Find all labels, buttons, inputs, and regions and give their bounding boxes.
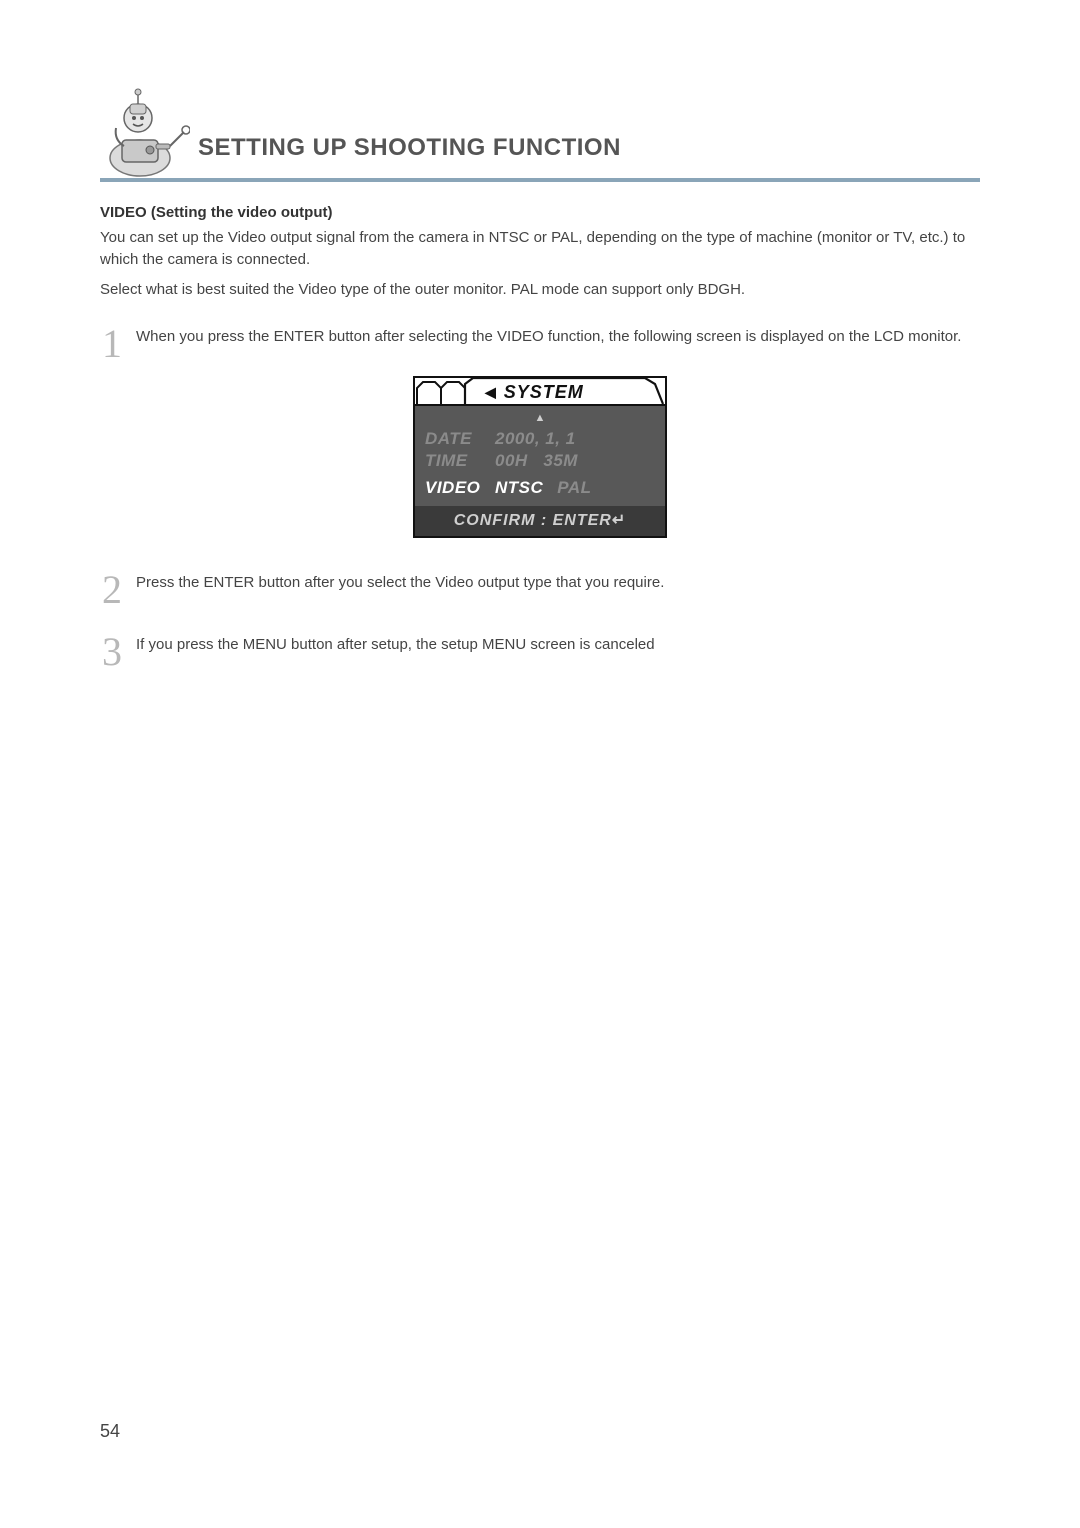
enter-key-icon: ↵ [612, 512, 626, 529]
left-arrow-icon: ◀ [485, 384, 496, 401]
step-row-3: 3 If you press the MENU button after set… [100, 634, 980, 670]
up-arrow-icon: ▲ [425, 412, 655, 424]
step-row-2: 2 Press the ENTER button after you selec… [100, 572, 980, 608]
lcd-tab-bar: ◀ SYSTEM [415, 378, 665, 406]
lcd-confirm-text: CONFIRM : ENTER [454, 512, 612, 529]
section-subtitle: VIDEO (Setting the video output) [100, 204, 980, 221]
robot-cartoon-icon [100, 80, 190, 180]
page-number: 54 [100, 1421, 120, 1442]
lcd-row-time: TIME 00H 35M [425, 450, 655, 471]
lcd-row-video: VIDEO NTSC PAL [425, 477, 655, 498]
page-title: SETTING UP SHOOTING FUNCTION [198, 134, 621, 180]
lcd-time-m: 35M [543, 451, 578, 470]
paragraph-1: You can set up the Video output signal f… [100, 227, 980, 271]
lcd-figure-wrap: ◀ SYSTEM ▲ DATE 2000, 1, 1 TIME 00H 35M [100, 376, 980, 538]
step-text: When you press the ENTER button after se… [136, 326, 980, 349]
lcd-time-label: TIME [425, 450, 495, 471]
lcd-screen: ◀ SYSTEM ▲ DATE 2000, 1, 1 TIME 00H 35M [413, 376, 667, 538]
step-number: 2 [100, 572, 124, 608]
lcd-body: ▲ DATE 2000, 1, 1 TIME 00H 35M VIDEO NTS… [415, 406, 665, 506]
lcd-time-value: 00H 35M [495, 450, 578, 471]
paragraph-2: Select what is best suited the Video typ… [100, 279, 980, 301]
lcd-row-date: DATE 2000, 1, 1 [425, 428, 655, 449]
lcd-video-label: VIDEO [425, 477, 495, 498]
lcd-date-label: DATE [425, 428, 495, 449]
page-container: SETTING UP SHOOTING FUNCTION VIDEO (Sett… [0, 0, 1080, 722]
lcd-footer: CONFIRM : ENTER↵ [415, 506, 665, 536]
step-text: If you press the MENU button after setup… [136, 634, 980, 657]
step-row-1: 1 When you press the ENTER button after … [100, 326, 980, 362]
lcd-video-ntsc: NTSC [495, 478, 543, 497]
step-number: 3 [100, 634, 124, 670]
step-text: Press the ENTER button after you select … [136, 572, 980, 595]
lcd-tab-title: SYSTEM [504, 382, 584, 403]
lcd-date-value: 2000, 1, 1 [495, 428, 576, 449]
lcd-time-h: 00H [495, 451, 528, 470]
step-number: 1 [100, 326, 124, 362]
lcd-video-pal: PAL [557, 478, 591, 497]
lcd-video-value: NTSC PAL [495, 477, 592, 498]
header-row: SETTING UP SHOOTING FUNCTION [100, 80, 980, 180]
